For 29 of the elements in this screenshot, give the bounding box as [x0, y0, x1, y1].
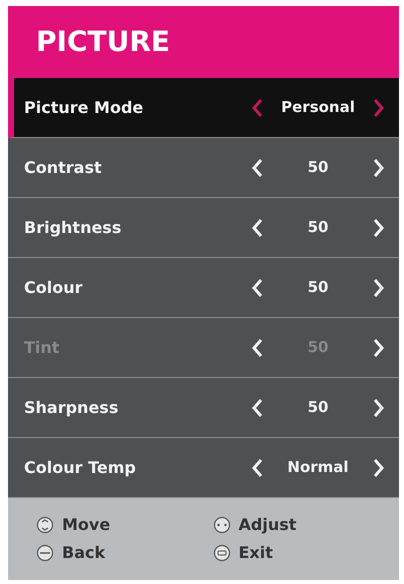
setting-value: 50 — [306, 217, 330, 238]
up-down-icon — [36, 516, 54, 534]
setting-value: 50 — [306, 157, 330, 178]
setting-label: Colour — [24, 276, 84, 298]
help-label: Move — [62, 514, 110, 536]
help-label: Exit — [238, 542, 273, 564]
menu-row[interactable]: Colour 50 — [8, 258, 399, 318]
setting-label: Picture Mode — [24, 96, 144, 118]
exit-icon — [212, 544, 230, 562]
setting-value: 50 — [306, 397, 330, 418]
help-label: Adjust — [238, 514, 296, 536]
menu-row[interactable]: Picture Mode Personal — [8, 78, 399, 138]
menu-row[interactable]: Brightness 50 — [8, 198, 399, 258]
menu-row[interactable]: Colour Temp Normal — [8, 438, 399, 498]
setting-label: Tint — [24, 336, 60, 358]
menu-title: PICTURE — [36, 24, 170, 60]
setting-label: Colour Temp — [24, 456, 137, 478]
setting-label: Brightness — [24, 216, 122, 238]
back-icon — [36, 544, 54, 562]
menu-row[interactable]: Contrast 50 — [8, 138, 399, 198]
left-right-icon — [212, 516, 230, 534]
setting-label: Sharpness — [24, 396, 120, 418]
setting-value: 50 — [306, 277, 330, 298]
setting-label: Contrast — [24, 156, 103, 178]
help-label: Back — [62, 542, 106, 564]
menu-row[interactable]: Sharpness 50 — [8, 378, 399, 438]
setting-value: Personal — [280, 97, 356, 118]
setting-value: 50 — [306, 337, 330, 358]
setting-value: Normal — [286, 457, 350, 478]
